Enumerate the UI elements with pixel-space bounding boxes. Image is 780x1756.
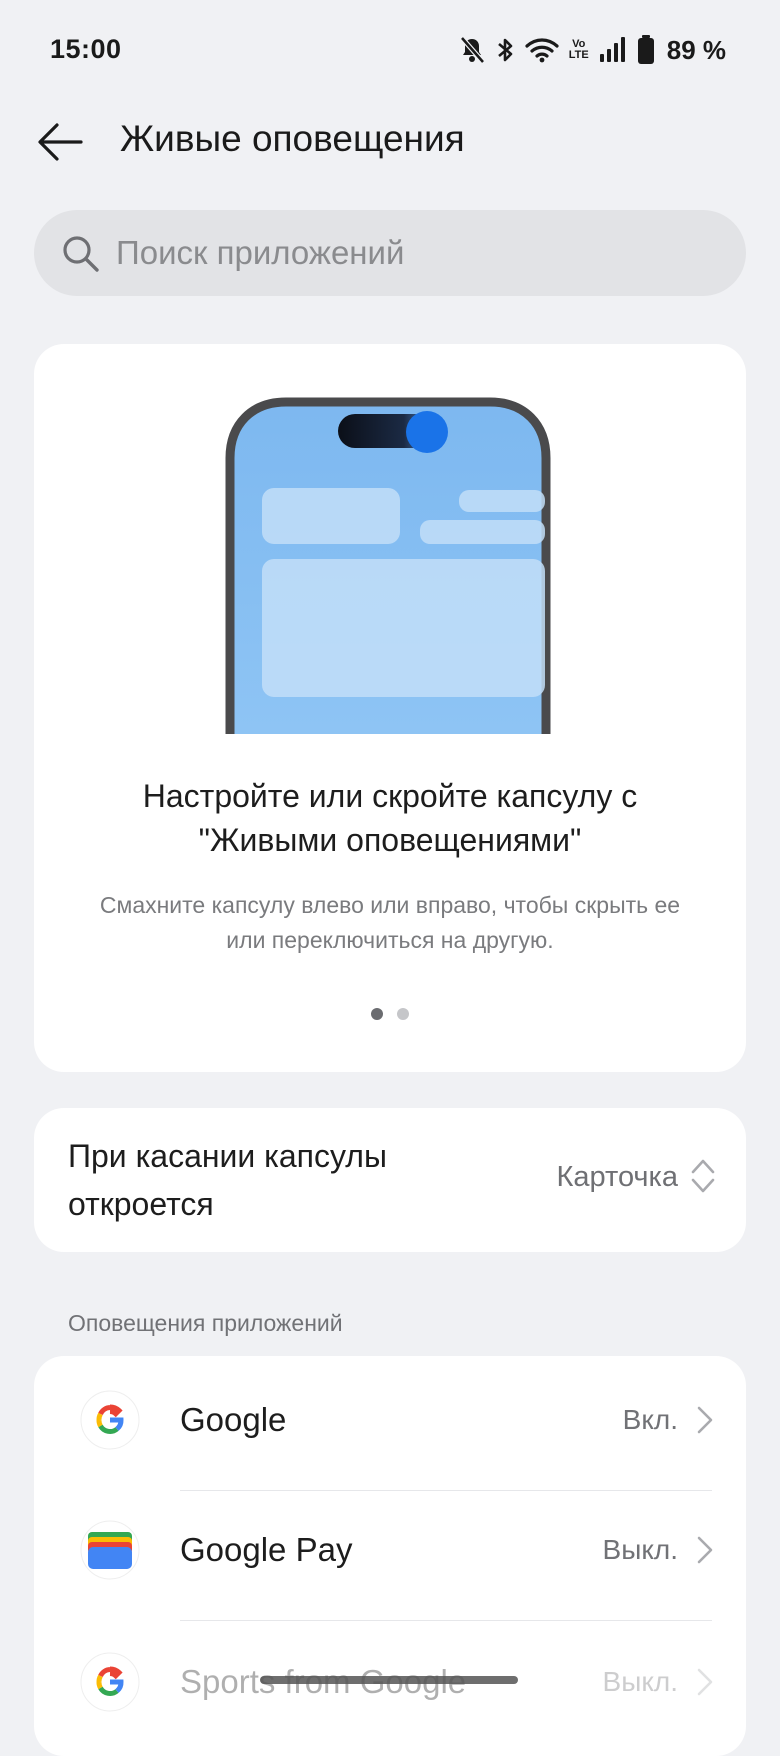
search-icon — [63, 236, 99, 272]
status-time: 15:00 — [50, 34, 122, 64]
hero-card[interactable]: Настройте или скройте капсулу с "Живыми … — [34, 344, 746, 1072]
battery-percent: 89 % — [666, 34, 726, 65]
app-status: Выкл. — [602, 1666, 678, 1697]
search-bar[interactable] — [34, 210, 746, 296]
bluetooth-icon — [497, 38, 513, 62]
search-input[interactable] — [114, 233, 718, 273]
app-row-google-pay[interactable]: Google Pay Выкл. — [34, 1486, 746, 1614]
app-status: Выкл. — [602, 1534, 678, 1565]
battery-icon — [637, 35, 654, 64]
google-icon — [80, 1652, 140, 1712]
google-pay-icon — [80, 1520, 140, 1580]
tap-action-label: При касании капсулы откроется — [68, 1138, 387, 1222]
page-indicator — [34, 1008, 746, 1020]
phone-illustration — [225, 397, 551, 734]
app-name: Google — [180, 1401, 287, 1438]
status-icons: Vo LTE 89 % — [459, 30, 726, 70]
tap-action-value: Карточка — [556, 1161, 678, 1193]
app-row-google[interactable]: Google Вкл. — [34, 1356, 746, 1484]
apps-section-label: Оповещения приложений — [68, 1310, 343, 1336]
arrow-left-icon — [38, 123, 83, 161]
bell-off-icon — [459, 36, 485, 64]
app-name: Google Pay — [180, 1531, 353, 1568]
chevron-right-icon — [697, 1668, 713, 1696]
back-button[interactable] — [30, 112, 90, 172]
page-dot — [397, 1008, 409, 1020]
app-status: Вкл. — [622, 1404, 678, 1435]
hero-description: Смахните капсулу влево или вправо, чтобы… — [99, 892, 681, 953]
tap-action-setting[interactable]: При касании капсулы откроется Карточка — [34, 1108, 746, 1252]
home-indicator[interactable] — [260, 1676, 518, 1684]
signal-icon — [599, 37, 625, 62]
page-title: Живые оповещения — [120, 118, 465, 159]
volte-icon: Vo LTE — [568, 38, 589, 61]
apps-list: Google Вкл. Google Pay Выкл. Sports Выкл… — [34, 1356, 746, 1756]
chevron-right-icon — [697, 1536, 713, 1564]
google-icon — [80, 1390, 140, 1450]
hero-title: Настройте или скройте капсулу с "Живыми … — [142, 778, 638, 858]
page-dot-active — [371, 1008, 383, 1020]
wifi-icon — [525, 38, 559, 63]
chevron-right-icon — [697, 1406, 713, 1434]
up-down-chevron-icon — [691, 1159, 715, 1193]
